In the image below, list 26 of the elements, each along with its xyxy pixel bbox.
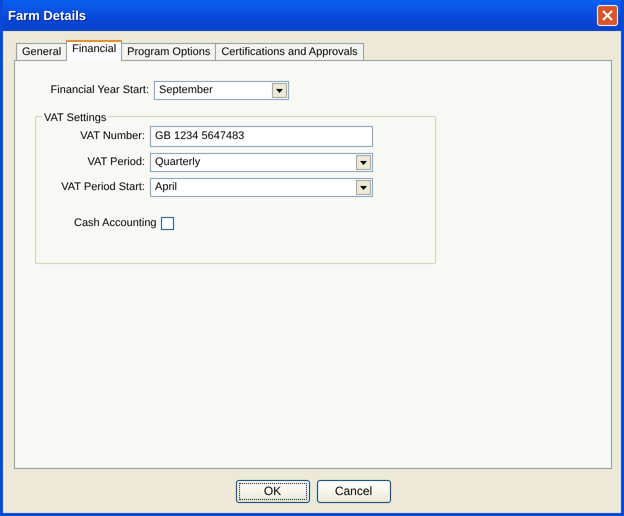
tab[interactable]: General xyxy=(16,43,68,61)
group-title: VAT Settings xyxy=(42,110,108,126)
tab[interactable]: Program Options xyxy=(121,43,216,61)
close-icon xyxy=(602,10,613,21)
tab[interactable]: Financial xyxy=(66,40,122,61)
field-label: VAT Period Start: xyxy=(60,180,145,196)
dropdown-arrow-button[interactable] xyxy=(356,155,371,170)
field-label: VAT Period: xyxy=(86,155,145,170)
checkbox-label: Cash Accounting xyxy=(74,216,157,231)
field-label: VAT Number: xyxy=(79,129,145,144)
field-label: Financial Year Start: xyxy=(50,83,149,98)
cancel-button[interactable]: Cancel xyxy=(316,480,390,502)
caret-icon xyxy=(360,186,367,190)
text-field[interactable]: GB 1234 5647483 xyxy=(150,126,373,147)
checkbox[interactable] xyxy=(160,216,174,230)
dropdown-arrow-button[interactable] xyxy=(272,83,287,98)
caret-icon xyxy=(276,88,283,92)
window-title: Farm Details xyxy=(8,6,86,25)
close-button[interactable] xyxy=(597,5,618,26)
dropdown-arrow-button[interactable] xyxy=(356,180,371,195)
tab[interactable]: Certifications and Approvals xyxy=(215,43,364,61)
caret-icon xyxy=(360,160,367,164)
dropdown-field[interactable]: Quarterly xyxy=(150,153,373,172)
dropdown-field[interactable]: September xyxy=(154,81,289,100)
ok-button[interactable]: OK xyxy=(236,480,310,502)
dropdown-field[interactable]: April xyxy=(150,178,373,197)
